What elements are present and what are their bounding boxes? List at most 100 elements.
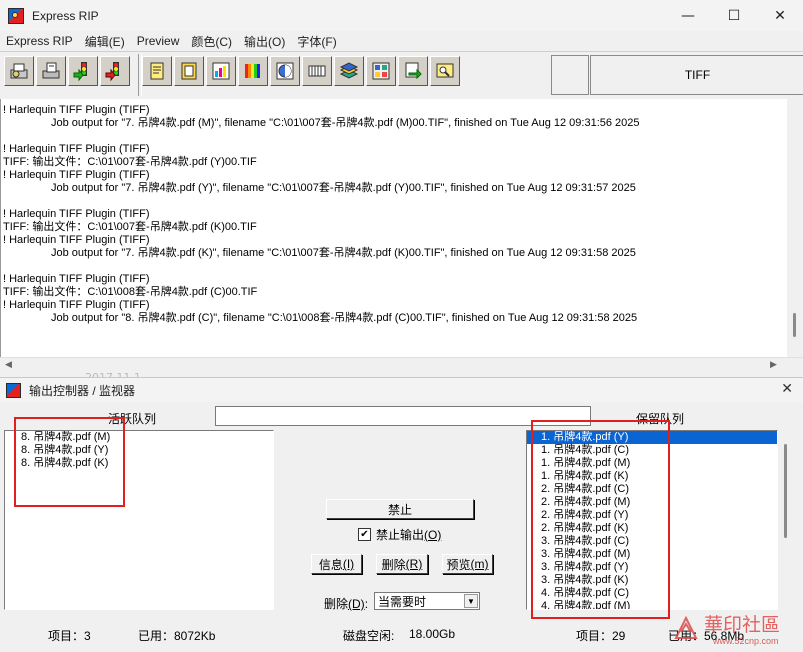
separations-button[interactable] (206, 56, 236, 86)
queue-info-field (215, 406, 591, 426)
imposition-button[interactable] (366, 56, 396, 86)
held-queue-item[interactable]: 3. 吊牌4款.pdf (C) (527, 535, 777, 548)
log-line: TIFF: 输出文件：C:\01\008套-吊牌4款.pdf (C)00.TIF (3, 286, 258, 298)
print-file-button[interactable] (4, 56, 34, 86)
menu-express-rip[interactable]: Express RIP (0, 34, 79, 48)
held-queue-item-selected[interactable]: 1. 吊牌4款.pdf (Y) (527, 431, 777, 444)
disable-output-shortcut: (O) (424, 527, 442, 542)
held-queue-item[interactable]: 1. 吊牌4款.pdf (K) (527, 470, 777, 483)
held-queue-item[interactable]: 3. 吊牌4款.pdf (M) (527, 548, 777, 561)
output-controller-logo-icon (6, 382, 21, 398)
layers-button[interactable] (334, 56, 364, 86)
log-line: Job output for "8. 吊牌4款.pdf (C)", filena… (51, 312, 638, 324)
log-line: ! Harlequin TIFF Plugin (TIFF) (3, 143, 150, 155)
held-queue-item[interactable]: 4. 吊牌4款.pdf (M) (527, 600, 777, 609)
menu-edit[interactable]: 编辑(E) (79, 33, 131, 50)
held-queue-item[interactable]: 1. 吊牌4款.pdf (M) (527, 457, 777, 470)
screening-button[interactable] (302, 56, 332, 86)
output-controller-title: 输出控制器 / 监视器 (29, 383, 136, 398)
delete-when-select[interactable]: 当需要时 ▼ (374, 592, 480, 610)
output-device-button[interactable] (398, 56, 428, 86)
held-queue-item[interactable]: 1. 吊牌4款.pdf (C) (527, 444, 777, 457)
menu-bar: Express RIP 编辑(E) Preview 颜色(C) 输出(O) 字体… (0, 31, 803, 51)
held-queue-item[interactable]: 3. 吊牌4款.pdf (Y) (527, 561, 777, 574)
log-line: ! Harlequin TIFF Plugin (TIFF) (3, 104, 150, 116)
disk-free-label: 磁盘空闲: (343, 629, 395, 643)
output-status-bar: 项目：3 已用：8072Kb 磁盘空闲: 18.00Gb 项目：29 已用：56… (0, 623, 803, 647)
log-scroll-thumb[interactable] (793, 313, 796, 337)
preview-icon (436, 63, 454, 78)
disable-output-toggle[interactable]: ✔ 禁止输出 (O) (358, 526, 441, 543)
menu-font[interactable]: 字体(F) (291, 33, 342, 50)
window-title: Express RIP (32, 8, 99, 23)
output-controller-close-icon[interactable]: ✕ (781, 381, 793, 397)
held-queue-item[interactable]: 3. 吊牌4款.pdf (K) (527, 574, 777, 587)
page-setup-button[interactable] (142, 56, 172, 86)
minimize-button[interactable]: — (665, 0, 711, 31)
delete-when-text: 删除 (324, 597, 349, 611)
disable-output-label: 禁止输出 (376, 528, 425, 542)
delete-when-value: 当需要时 (378, 594, 427, 609)
calibration-button[interactable] (270, 56, 300, 86)
delete-button-label: 删除 (381, 557, 406, 572)
menu-preview[interactable]: Preview (131, 34, 186, 48)
window-controls: — ☐ ✕ (665, 0, 803, 31)
log-line: TIFF: 输出文件：C:\01\007套-吊牌4款.pdf (Y)00.TIF (3, 156, 257, 168)
disk-free-value: 18.00Gb (409, 627, 456, 641)
menu-output[interactable]: 输出(O) (238, 33, 291, 50)
log-vertical-scrollbar[interactable] (787, 99, 803, 357)
disable-button[interactable]: 禁止 (326, 499, 474, 519)
print-page-button[interactable] (36, 56, 66, 86)
info-button-label: 信息 (318, 557, 343, 572)
app-logo-icon (8, 7, 24, 24)
color-bars-button[interactable] (238, 56, 268, 86)
toolbar: TIFF (0, 51, 803, 100)
disable-output-checkbox[interactable]: ✔ (358, 528, 371, 541)
delete-when-shortcut: (D) (348, 597, 365, 611)
active-queue-label: 活跃队列 (108, 412, 157, 426)
active-queue-list[interactable]: 8. 吊牌4款.pdf (M) 8. 吊牌4款.pdf (Y) 8. 吊牌4款.… (4, 430, 274, 610)
preview-button-toolbar[interactable] (430, 56, 460, 86)
delete-button[interactable]: 删除 (R) (376, 554, 428, 574)
held-queue-item[interactable]: 4. 吊牌4款.pdf (C) (527, 587, 777, 600)
stop-button[interactable] (100, 56, 130, 86)
run-button[interactable] (68, 56, 98, 86)
separations-icon (212, 62, 230, 80)
config-button[interactable] (174, 56, 204, 86)
held-items-count: 项目：29 (576, 629, 626, 643)
held-queue-item[interactable]: 2. 吊牌4款.pdf (Y) (527, 509, 777, 522)
color-bars-icon (245, 64, 260, 78)
held-queue-item[interactable]: 2. 吊牌4款.pdf (C) (527, 483, 777, 496)
preview-button[interactable]: 预览 (m) (442, 554, 493, 574)
log-line: ! Harlequin TIFF Plugin (TIFF) (3, 273, 150, 285)
chevron-down-icon[interactable]: ▼ (464, 594, 478, 608)
log-line: ! Harlequin TIFF Plugin (TIFF) (3, 169, 150, 181)
title-bar: Express RIP — ☐ ✕ (0, 0, 803, 32)
print-file-icon (10, 63, 28, 79)
preview-button-shortcut: (m) (470, 557, 489, 571)
info-button-shortcut: (I) (342, 557, 355, 571)
print-page-icon (42, 62, 60, 79)
held-queue-item[interactable]: 2. 吊牌4款.pdf (M) (527, 496, 777, 509)
imposition-icon (372, 62, 390, 80)
info-button[interactable]: 信息 (I) (311, 554, 362, 574)
held-queue-scrollbar[interactable] (778, 430, 794, 610)
scroll-left-icon[interactable]: ◀ (5, 360, 12, 370)
held-queue-item[interactable]: 2. 吊牌4款.pdf (K) (527, 522, 777, 535)
scroll-right-icon[interactable]: ▶ (770, 360, 777, 370)
held-queue-list[interactable]: 1. 吊牌4款.pdf (Y) 1. 吊牌4款.pdf (C) 1. 吊牌4款.… (526, 430, 778, 610)
maximize-button[interactable]: ☐ (711, 0, 757, 31)
log-line: Job output for "7. 吊牌4款.pdf (Y)", filena… (51, 182, 636, 194)
active-used-space: 已用：8072Kb (138, 629, 216, 643)
delete-when-label: 删除(D): (324, 597, 369, 611)
close-button[interactable]: ✕ (757, 0, 803, 31)
delete-button-shortcut: (R) (405, 557, 423, 571)
active-queue-item[interactable]: 8. 吊牌4款.pdf (K) (5, 457, 273, 470)
active-queue-item[interactable]: 8. 吊牌4款.pdf (M) (5, 431, 273, 444)
held-used-space: 已用：56.8Mb (668, 629, 745, 643)
menu-color[interactable]: 颜色(C) (185, 33, 238, 50)
log-output-area[interactable]: ! Harlequin TIFF Plugin (TIFF) Job outpu… (0, 99, 788, 357)
active-queue-item[interactable]: 8. 吊牌4款.pdf (Y) (5, 444, 273, 457)
held-queue-scroll-thumb[interactable] (784, 444, 787, 538)
toolbar-status-plugin: TIFF (590, 55, 803, 95)
